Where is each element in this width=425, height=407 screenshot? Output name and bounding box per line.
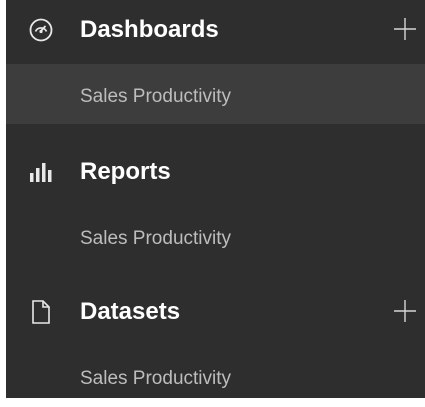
section-label-reports: Reports [80,158,171,185]
dataset-item-label: Sales Productivity [80,368,232,389]
add-dataset-button[interactable] [391,297,419,325]
gauge-icon [28,17,54,43]
document-icon [28,299,54,325]
navigation-pane: Dashboards Sales Productivity Reports Sa… [6,0,425,398]
section-label-datasets: Datasets [80,298,181,325]
section-header-dashboards[interactable]: Dashboards [6,0,425,60]
add-dashboard-button[interactable] [391,15,419,43]
section-header-datasets[interactable]: Datasets [6,282,425,342]
section-label-dashboards: Dashboards [80,16,219,43]
plus-icon [394,18,416,40]
section-header-reports[interactable]: Reports [6,142,425,202]
report-item-sales-productivity[interactable]: Sales Productivity [6,206,425,266]
dashboard-item-sales-productivity[interactable]: Sales Productivity [6,64,425,124]
dashboard-item-label: Sales Productivity [80,86,232,107]
dataset-item-sales-productivity[interactable]: Sales Productivity [6,346,425,406]
report-item-label: Sales Productivity [80,228,232,249]
bar-chart-icon [28,159,54,185]
plus-icon [394,300,416,322]
